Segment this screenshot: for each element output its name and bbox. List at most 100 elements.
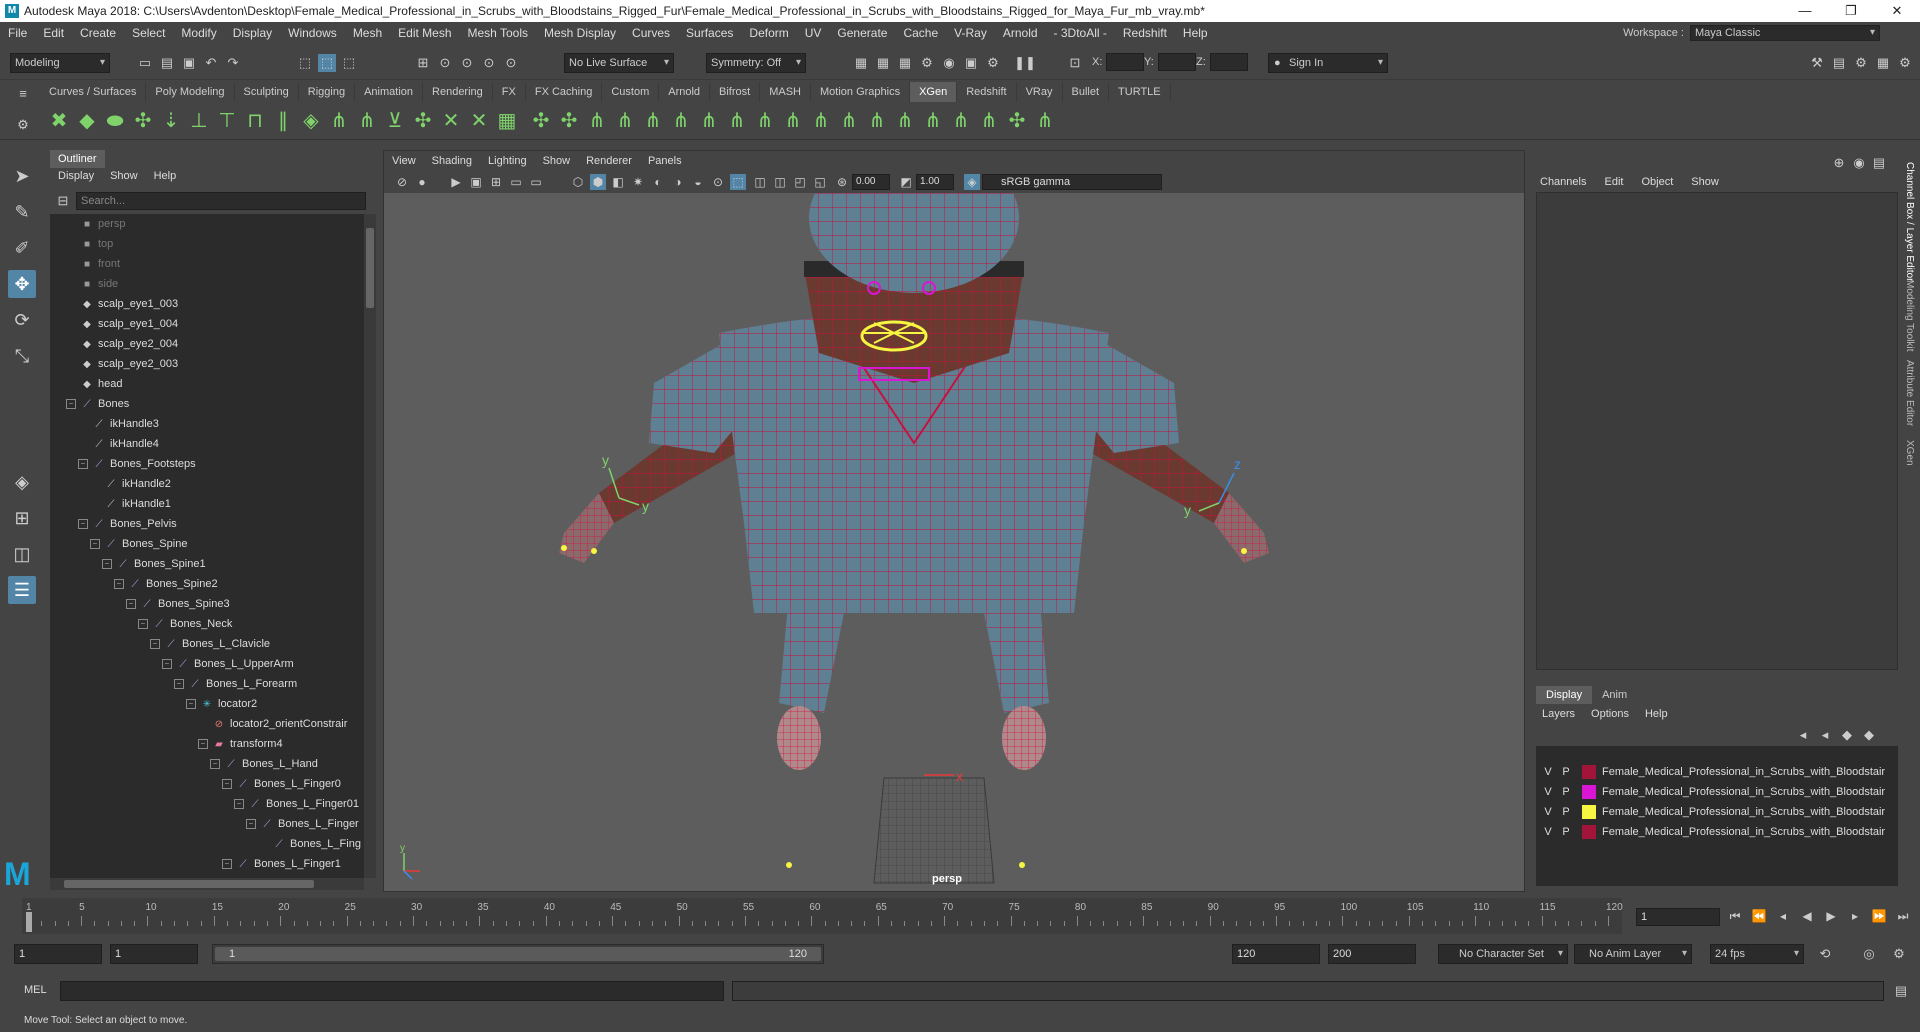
layer-tab-display[interactable]: Display [1536,686,1593,704]
shelf-tab-curves-surfaces[interactable]: Curves / Surfaces [40,82,147,102]
shelf-tab-rigging[interactable]: Rigging [299,82,356,102]
redo-icon[interactable]: ↷ [224,54,242,72]
xgen-shelf-tool-25-icon[interactable]: ⋔ [724,108,750,134]
image-plane-icon[interactable]: ▣ [468,174,484,190]
workspace-dropdown[interactable]: Maya Classic [1690,25,1880,41]
menu-item-display[interactable]: Display [225,26,280,40]
menu-item-windows[interactable]: Windows [280,26,345,40]
outliner-row[interactable]: ⊘ locator2_orientConstrair [50,714,364,734]
channel-box-menu-channels[interactable]: Channels [1540,176,1586,188]
colorspace-dropdown[interactable]: sRGB gamma [982,174,1162,190]
outliner-tab[interactable]: Outliner [50,150,105,168]
menu-item-curves[interactable]: Curves [624,26,678,40]
side-tab-modeling-toolkit[interactable]: Modeling Toolkit [1904,280,1915,352]
current-frame-field[interactable]: 1 [1636,908,1720,926]
step-forward-frame-icon[interactable]: ▸ [1846,906,1864,926]
loop-icon[interactable]: ⟲ [1816,945,1834,963]
channel-box-icon[interactable]: ▦ [1874,54,1892,72]
textured-icon[interactable]: ◧ [610,174,626,190]
outliner-row[interactable]: ⟋ ikHandle2 [50,474,364,494]
viewport-menu-shading[interactable]: Shading [432,155,472,167]
menu-item-uv[interactable]: UV [797,26,830,40]
wireframe-on-shaded-icon[interactable]: ⬚ [730,174,746,190]
go-to-end-icon[interactable]: ⏭ [1894,906,1912,926]
shelf-tab-fx[interactable]: FX [493,82,526,102]
outliner-row[interactable]: − ⟋ Bones_Spine [50,534,364,554]
expand-collapse-icon[interactable]: − [198,739,208,749]
outliner-horizontal-scrollbar[interactable] [50,878,364,890]
expand-collapse-icon[interactable]: − [90,539,100,549]
exposure-field[interactable]: 0.00 [852,174,890,190]
outliner-row[interactable]: − ⟋ Bones_Spine3 [50,594,364,614]
live-surface-dropdown[interactable]: No Live Surface [564,53,674,73]
x-field[interactable] [1106,53,1144,71]
channel-box-menu-show[interactable]: Show [1691,176,1719,188]
outliner-menu-display[interactable]: Display [58,170,94,182]
settings-icon[interactable]: ⚙ [1896,54,1914,72]
anti-aliasing-icon[interactable]: ◒ [690,174,706,190]
expand-collapse-icon[interactable]: − [114,579,124,589]
render-view-icon[interactable]: ▦ [852,54,870,72]
side-tab-attribute-editor[interactable]: Attribute Editor [1904,360,1915,426]
xgen-shelf-tool-4-icon[interactable]: ✣ [130,108,156,134]
film-gate-icon[interactable]: ▭ [508,174,524,190]
close-button[interactable]: ✕ [1874,0,1920,22]
menu-item-create[interactable]: Create [72,26,124,40]
outliner-row[interactable]: − ⟋ Bones_L_Finger1 [50,854,364,874]
outliner-row[interactable]: − ⟋ Bones_Spine2 [50,574,364,594]
gamma-icon[interactable]: ◩ [898,174,914,190]
play-forwards-icon[interactable]: ▶ [1822,906,1840,926]
outliner-row[interactable]: ■ side [50,274,364,294]
outliner-row[interactable]: ■ persp [50,214,364,234]
expand-collapse-icon[interactable]: − [222,859,232,869]
single-perspective-layout-icon[interactable]: ◈ [8,468,36,496]
scrollbar-thumb[interactable] [366,228,374,308]
expand-collapse-icon[interactable]: − [162,659,172,669]
pause-icon[interactable]: ❚❚ [1014,54,1036,72]
layer-color-swatch[interactable] [1582,805,1596,820]
layer-playback-toggle[interactable]: P [1560,822,1572,842]
outliner-row[interactable]: − ⟋ Bones [50,394,364,414]
menu-item-modify[interactable]: Modify [173,26,224,40]
xray-icon[interactable]: ◫ [752,174,768,190]
menu-item-redshift[interactable]: Redshift [1115,26,1175,40]
shelf-tab-xgen[interactable]: XGen [910,82,958,102]
shelf-menu-icon[interactable]: ≡ [14,84,32,102]
xgen-shelf-tool-30-icon[interactable]: ⋔ [864,108,890,134]
step-forward-key-icon[interactable]: ⏩ [1870,906,1888,926]
expand-collapse-icon[interactable]: − [78,459,88,469]
playback-start-field[interactable]: 1 [110,944,198,964]
select-object-icon[interactable]: ⬚ [318,54,336,72]
outliner-row[interactable]: ◆ scalp_eye2_003 [50,354,364,374]
layer-menu-options[interactable]: Options [1591,708,1629,720]
xgen-shelf-tool-8-icon[interactable]: ⊓ [242,108,268,134]
select-hierarchy-icon[interactable]: ⬚ [296,54,314,72]
layer-color-swatch[interactable] [1582,765,1596,780]
shadows-icon[interactable]: ◐ [650,174,666,190]
xgen-shelf-tool-6-icon[interactable]: ⊥ [186,108,212,134]
xgen-shelf-tool-31-icon[interactable]: ⋔ [892,108,918,134]
viewport-menu-view[interactable]: View [392,155,416,167]
vray-icon[interactable]: ▣ [962,54,980,72]
snap-surface-icon[interactable]: ⊙ [502,54,520,72]
menu-item-generate[interactable]: Generate [829,26,895,40]
auto-key-icon[interactable]: ◎ [1860,945,1878,963]
viewport-menu-renderer[interactable]: Renderer [586,155,632,167]
outliner-row[interactable]: − ⟋ Bones_L_Finger0 [50,774,364,794]
xgen-shelf-tool-26-icon[interactable]: ⋔ [752,108,778,134]
lasso-tool-icon[interactable]: ✎ [8,198,36,226]
expand-collapse-icon[interactable]: − [150,639,160,649]
outliner-row[interactable]: ⟋ Bones_L_Fing [50,834,364,854]
sign-in-dropdown[interactable]: ● Sign In [1268,53,1388,73]
outliner-row[interactable]: ◆ scalp_eye2_004 [50,334,364,354]
outliner-menu-show[interactable]: Show [110,170,138,182]
outliner-row[interactable]: − ⟋ Bones_L_Finger01 [50,794,364,814]
outliner-row[interactable]: − ⟋ Bones_Spine1 [50,554,364,574]
outliner-row[interactable]: ◆ scalp_eye1_003 [50,294,364,314]
expand-collapse-icon[interactable]: − [234,799,244,809]
xray-joints-icon[interactable]: ◫ [772,174,788,190]
snap-grid-icon[interactable]: ⊞ [414,54,432,72]
tool-settings-icon[interactable]: ⚙ [1852,54,1870,72]
menu-item-cache[interactable]: Cache [895,26,946,40]
save-scene-icon[interactable]: ▣ [180,54,198,72]
